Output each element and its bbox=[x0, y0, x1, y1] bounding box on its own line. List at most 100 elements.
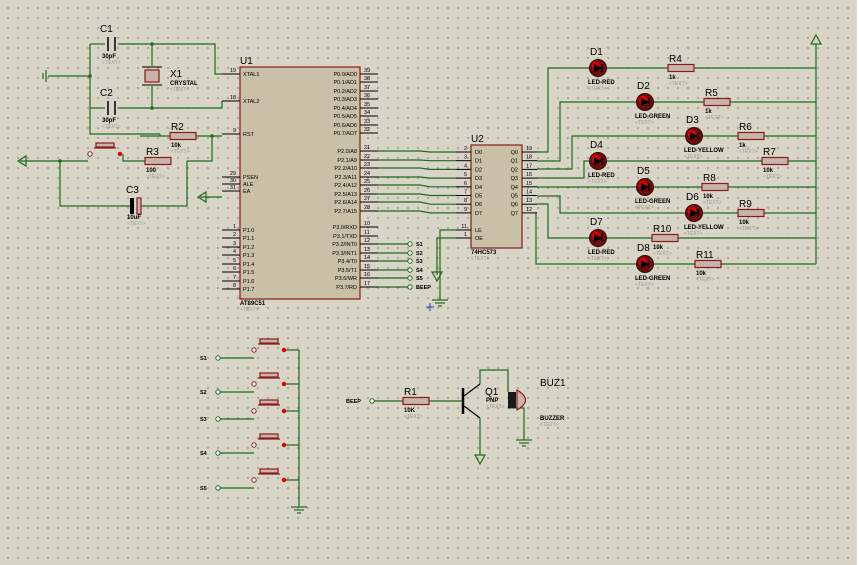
led-D4[interactable]: D4LED-RED<TEXT> bbox=[588, 140, 615, 185]
resistor-body bbox=[694, 259, 722, 269]
resistor-R11[interactable]: R1110k<TEXT> bbox=[694, 250, 722, 283]
u1-pin-number: 4 bbox=[233, 249, 236, 255]
u1-pin-number: 12 bbox=[364, 238, 370, 244]
u2-pin-name: D2 bbox=[475, 167, 482, 173]
buzzer-ref: BUZ1 bbox=[540, 378, 566, 389]
u1-chip[interactable]: U1AT89C51<TEXT>19XTAL118XTAL29RST29PSEN3… bbox=[222, 56, 378, 313]
text-placeholder: <TEXT> bbox=[653, 251, 672, 257]
net-terminal[interactable] bbox=[215, 389, 221, 395]
crystal-x1[interactable]: X1CRYSTAL<TEXT> bbox=[142, 66, 198, 93]
u1-pin-name: P1.7 bbox=[243, 287, 254, 293]
u1-pin-name: P0.6/AD6 bbox=[333, 123, 357, 129]
net-terminal[interactable] bbox=[369, 398, 375, 404]
net-terminal[interactable] bbox=[215, 485, 221, 491]
led-D1[interactable]: D1LED-RED<TEXT> bbox=[588, 47, 615, 92]
net-terminal[interactable] bbox=[215, 450, 221, 456]
net-terminal[interactable] bbox=[215, 355, 221, 361]
u2-pin-number: 9 bbox=[464, 207, 467, 213]
u1-pin-number: 6 bbox=[233, 266, 236, 272]
text-placeholder: <TEXT> bbox=[669, 81, 688, 87]
u2-pin-number: 12 bbox=[526, 207, 532, 213]
u1-pin-name: P3.5/T1 bbox=[338, 268, 357, 274]
latch-enable-wire bbox=[439, 229, 456, 300]
u1-pin-name: P2.1/A9 bbox=[337, 158, 357, 164]
net-terminal[interactable] bbox=[215, 416, 221, 422]
u1-pin-number: 15 bbox=[364, 264, 370, 270]
led-ref: D5 bbox=[637, 166, 650, 177]
u2-pin-name: OE bbox=[475, 236, 483, 242]
resistor-body bbox=[144, 156, 172, 166]
resistor-R2[interactable]: R210k<TEXT> bbox=[169, 122, 197, 155]
reset-button[interactable] bbox=[87, 142, 123, 157]
switch-S5[interactable] bbox=[251, 468, 287, 483]
switch-S1[interactable] bbox=[251, 338, 287, 353]
net-label: BEEP bbox=[346, 399, 361, 405]
u2-pin-number: 15 bbox=[526, 181, 532, 187]
resistor-R10[interactable]: R1010k<TEXT> bbox=[651, 224, 679, 257]
schematic-canvas: U1AT89C51<TEXT>19XTAL118XTAL29RST29PSEN3… bbox=[16, 24, 823, 514]
resistor-R4[interactable]: R41k<TEXT> bbox=[667, 54, 695, 87]
wire bbox=[122, 154, 145, 162]
u1-pin-name: P0.7/AD7 bbox=[333, 131, 357, 137]
net-terminal[interactable] bbox=[407, 250, 413, 256]
u1-pin-number: 13 bbox=[364, 247, 370, 253]
junction-dot bbox=[88, 74, 92, 78]
text-placeholder: <TEXT> bbox=[635, 120, 654, 126]
text-placeholder: <TEXT> bbox=[170, 87, 189, 93]
net-terminal[interactable] bbox=[407, 241, 413, 247]
u1-pin-number: 21 bbox=[364, 145, 370, 151]
u1-pin-name: XTAL1 bbox=[243, 72, 259, 78]
u1-pin-number: 17 bbox=[364, 281, 370, 287]
transistor-q1[interactable]: Q1PNP<TEXT> bbox=[461, 383, 505, 419]
u1-pin-name: P1.1 bbox=[243, 236, 254, 242]
led-D5[interactable]: D5LED-GREEN<TEXT> bbox=[635, 166, 670, 211]
switch-cap bbox=[95, 142, 115, 148]
text-placeholder: <TEXT> bbox=[739, 226, 758, 232]
u2-ref: U2 bbox=[471, 134, 484, 145]
led-D7[interactable]: D7LED-RED<TEXT> bbox=[588, 217, 615, 262]
net-terminal[interactable] bbox=[407, 275, 413, 281]
resistor-R5[interactable]: R51k<TEXT> bbox=[703, 88, 731, 121]
net-label: S5 bbox=[416, 276, 423, 282]
u2-pin-name: D6 bbox=[475, 202, 482, 208]
resistor-ref: R10 bbox=[653, 224, 672, 235]
switch-contact bbox=[281, 442, 287, 448]
resistor-R7[interactable]: R710k<TEXT> bbox=[761, 147, 789, 180]
net-terminal[interactable] bbox=[407, 267, 413, 273]
bus-wire bbox=[378, 201, 456, 205]
switch-S4[interactable] bbox=[251, 433, 287, 448]
buzzer-body bbox=[508, 392, 516, 408]
buzzer-horn bbox=[516, 388, 527, 412]
cap-ref: C2 bbox=[100, 88, 113, 99]
u1-pin-number: 25 bbox=[364, 179, 370, 185]
resistor-R9[interactable]: R910k<TEXT> bbox=[737, 199, 765, 232]
bus-wire bbox=[378, 150, 456, 153]
switch-S2[interactable] bbox=[251, 372, 287, 387]
u1-pin-name: P3.6/WR bbox=[335, 276, 357, 282]
capacitor-C2[interactable]: C230pF<TEXT> bbox=[100, 88, 121, 130]
u1-pin-name: P3.0/RXD bbox=[333, 225, 357, 231]
led-D2[interactable]: D2LED-GREEN<TEXT> bbox=[635, 81, 670, 126]
resistor-ref: R2 bbox=[171, 122, 184, 133]
u1-pin-number: 11 bbox=[364, 230, 370, 236]
u1-pin-number: 27 bbox=[364, 196, 370, 202]
u2-chip[interactable]: U274HC573<TEXT>2D03D14D25D36D47D58D69D71… bbox=[456, 134, 537, 262]
net-terminal[interactable] bbox=[407, 258, 413, 264]
u1-pin-name: P2.7/A15 bbox=[334, 209, 357, 215]
led-D3[interactable]: D3LED-YELLOW<TEXT> bbox=[684, 115, 724, 160]
resistor-R3[interactable]: R3100<TEXT> bbox=[144, 147, 172, 180]
text-placeholder: <TEXT> bbox=[171, 149, 190, 155]
buzzer-buz1[interactable]: BUZ1BUZZER<TEXT> bbox=[508, 378, 566, 428]
switch-S3[interactable] bbox=[251, 399, 287, 414]
u1-pin-number: 32 bbox=[364, 127, 370, 133]
u1-pin-name: P1.0 bbox=[243, 228, 254, 234]
resistor-R1[interactable]: R110K<TEXT> bbox=[402, 387, 430, 420]
net-terminal[interactable] bbox=[407, 284, 413, 290]
text-placeholder: <TEXT> bbox=[703, 200, 722, 206]
u2-pin-name: D4 bbox=[475, 185, 482, 191]
u1-pin-name: P0.2/AD2 bbox=[333, 89, 357, 95]
switch-cap bbox=[259, 399, 279, 405]
resistor-R6[interactable]: R61k<TEXT> bbox=[737, 122, 765, 155]
resistor-R8[interactable]: R810k<TEXT> bbox=[701, 173, 729, 206]
capacitor-C1[interactable]: C130pF<TEXT> bbox=[100, 24, 121, 66]
